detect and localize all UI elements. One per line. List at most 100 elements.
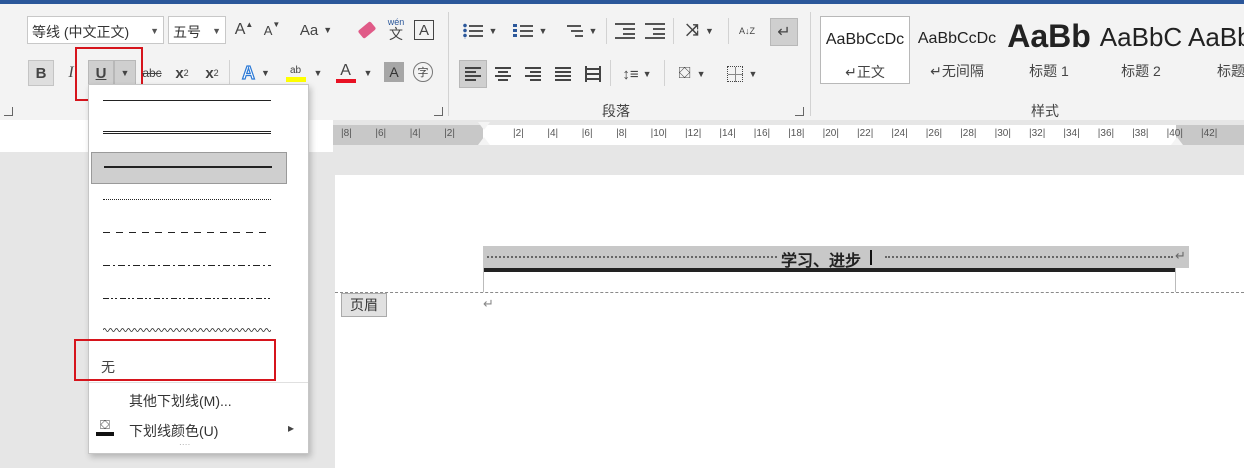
- subscript-button[interactable]: x2: [170, 60, 194, 86]
- line-spacing-icon: ↕≡: [622, 65, 639, 83]
- style-heading-1[interactable]: AaBb 标题 1: [1004, 16, 1094, 84]
- enclose-char-button[interactable]: 字: [413, 62, 433, 82]
- ruler-label: |34|: [1063, 128, 1080, 139]
- highlight-swatch: [285, 76, 306, 82]
- horizontal-ruler[interactable]: |8| |6| |4| |2| |2| |4| |6| |8| |10| |12| |14| |16|…: [333, 122, 1244, 145]
- borders-button[interactable]: ▼: [720, 60, 764, 88]
- decrease-indent-button[interactable]: [612, 18, 638, 44]
- increase-indent-icon: [645, 23, 665, 39]
- ruler-label: |38|: [1132, 128, 1149, 139]
- menu-resize-grip[interactable]: · · · ·: [179, 440, 190, 449]
- bold-button[interactable]: B: [28, 60, 54, 86]
- char-shading-button[interactable]: A: [384, 62, 404, 82]
- shrink-font-button[interactable]: A ▼: [260, 18, 284, 42]
- underline-option-dash-dot[interactable]: [91, 251, 287, 281]
- style-normal[interactable]: AaBbCcDc ↵正文: [820, 16, 910, 84]
- increase-indent-button[interactable]: [642, 18, 668, 44]
- ruler-label: |4|: [409, 128, 421, 139]
- font-color-button[interactable]: A ▼: [333, 60, 375, 86]
- clear-format-button[interactable]: [355, 18, 379, 42]
- dotted-line: [103, 199, 271, 200]
- chevron-down-icon: ▼: [748, 69, 758, 79]
- highlight-color-button[interactable]: ab ▼: [283, 60, 325, 86]
- styles-gallery: AaBbCcDc ↵正文 AaBbCcDc ↵无间隔 AaBb 标题 1 AaB…: [818, 4, 1244, 94]
- ruler-label: |2|: [444, 128, 455, 139]
- change-case-button[interactable]: Aa ▼: [296, 18, 336, 42]
- shading-button[interactable]: ⛋ ▼: [670, 60, 714, 88]
- numbering-button[interactable]: ▼: [508, 18, 552, 44]
- header-text-line[interactable]: 学习、进步 ↵: [483, 246, 1189, 270]
- paragraph-dialog-launcher[interactable]: [795, 107, 804, 116]
- dash-dot-line: [103, 265, 271, 266]
- align-left-button[interactable]: [459, 60, 487, 88]
- ruler-label: |32|: [1029, 128, 1046, 139]
- style-title[interactable]: AaBb 标题: [1186, 16, 1244, 84]
- header-tag: 页眉: [341, 293, 387, 317]
- font-group-launcher[interactable]: [434, 107, 443, 116]
- first-line-indent-marker[interactable]: [478, 122, 490, 130]
- line-spacing-button[interactable]: ↕≡ ▼: [615, 60, 659, 88]
- font-name-combo[interactable]: 等线 (中文正文) ▼: [27, 16, 164, 44]
- ruler-label: |26|: [925, 128, 943, 139]
- font-size-combo[interactable]: 五号 ▼: [168, 16, 226, 44]
- superscript-button[interactable]: x2: [200, 60, 224, 86]
- style-heading-2[interactable]: AaBbC 标题 2: [1096, 16, 1186, 84]
- ruler-label: |16|: [753, 128, 771, 139]
- chevron-down-icon: ▼: [704, 26, 714, 36]
- strikethrough-button[interactable]: abc: [139, 60, 165, 86]
- underline-option-single[interactable]: [91, 87, 287, 117]
- underline-color-item[interactable]: ⛋ 下划线颜色(U) ▸: [91, 416, 306, 444]
- underline-option-thick[interactable]: [91, 152, 287, 184]
- wave-line: [103, 328, 271, 332]
- ruler-label: |6|: [375, 128, 387, 139]
- multilevel-list-icon: [562, 23, 583, 39]
- chinese-layout-button[interactable]: ⤨ ▼: [678, 18, 722, 44]
- menu-separator: [89, 382, 308, 383]
- thick-line: [104, 166, 272, 168]
- shrink-arrow-icon: ▼: [272, 19, 281, 29]
- underline-option-dash-dot-dot[interactable]: [91, 284, 287, 314]
- style-no-spacing[interactable]: AaBbCcDc ↵无间隔: [912, 16, 1002, 84]
- distributed-button[interactable]: [580, 60, 606, 88]
- underline-dropdown-menu: 无 其他下划线(M)... ⛋ 下划线颜色(U) ▸ · · · ·: [88, 84, 309, 454]
- underline-option-double[interactable]: [91, 119, 287, 149]
- header-bottom-border-thick: [483, 268, 1175, 272]
- dotted-leader-right: [885, 256, 1173, 258]
- ruler-label: |30|: [994, 128, 1011, 139]
- hanging-indent-marker[interactable]: [478, 137, 490, 145]
- multilevel-list-button[interactable]: ▼: [558, 18, 602, 44]
- ruler-label: |14|: [719, 128, 736, 139]
- ruler-label: |8|: [616, 128, 627, 139]
- chevron-down-icon: ▼: [313, 68, 323, 78]
- highlighter-icon: ab: [285, 65, 306, 82]
- text-effects-button[interactable]: A ▼: [236, 60, 276, 86]
- align-right-button[interactable]: [520, 60, 546, 88]
- header-boundary-right: [1175, 268, 1176, 292]
- sort-button[interactable]: A↓Z: [734, 18, 760, 44]
- show-marks-button[interactable]: ↵: [770, 18, 798, 46]
- divider: [728, 18, 729, 44]
- distributed-icon: [585, 66, 601, 82]
- chevron-down-icon: ▼: [150, 26, 159, 36]
- ruler-label: |2|: [513, 128, 524, 139]
- align-center-button[interactable]: [490, 60, 516, 88]
- none-option-highlight-box: [74, 339, 276, 381]
- phonetic-guide-button[interactable]: wén 文: [384, 16, 408, 44]
- char-border-button[interactable]: A: [414, 20, 434, 40]
- ruler-area: |8| |6| |4| |2| |2| |4| |6| |8| |10| |12| |14| |16|…: [333, 120, 1244, 152]
- more-underlines-item[interactable]: 其他下划线(M)...: [91, 386, 306, 414]
- ruler-label: |6|: [581, 128, 593, 139]
- underline-option-dotted[interactable]: [91, 185, 287, 215]
- font-color-icon: A: [335, 63, 356, 83]
- grow-font-button[interactable]: A ▲: [232, 18, 256, 42]
- right-indent-marker[interactable]: [1171, 137, 1183, 145]
- underline-option-dash[interactable]: [91, 218, 287, 248]
- document-page[interactable]: 学习、进步 ↵ 页眉 ↵: [335, 175, 1244, 468]
- justify-button[interactable]: [550, 60, 576, 88]
- ruler-label: |36|: [1097, 128, 1115, 139]
- decrease-indent-icon: [615, 23, 635, 39]
- font-size-value: 五号: [173, 24, 201, 40]
- font-dialog-launcher[interactable]: [4, 107, 13, 116]
- bullets-button[interactable]: ▼: [458, 18, 502, 44]
- divider: [673, 18, 674, 44]
